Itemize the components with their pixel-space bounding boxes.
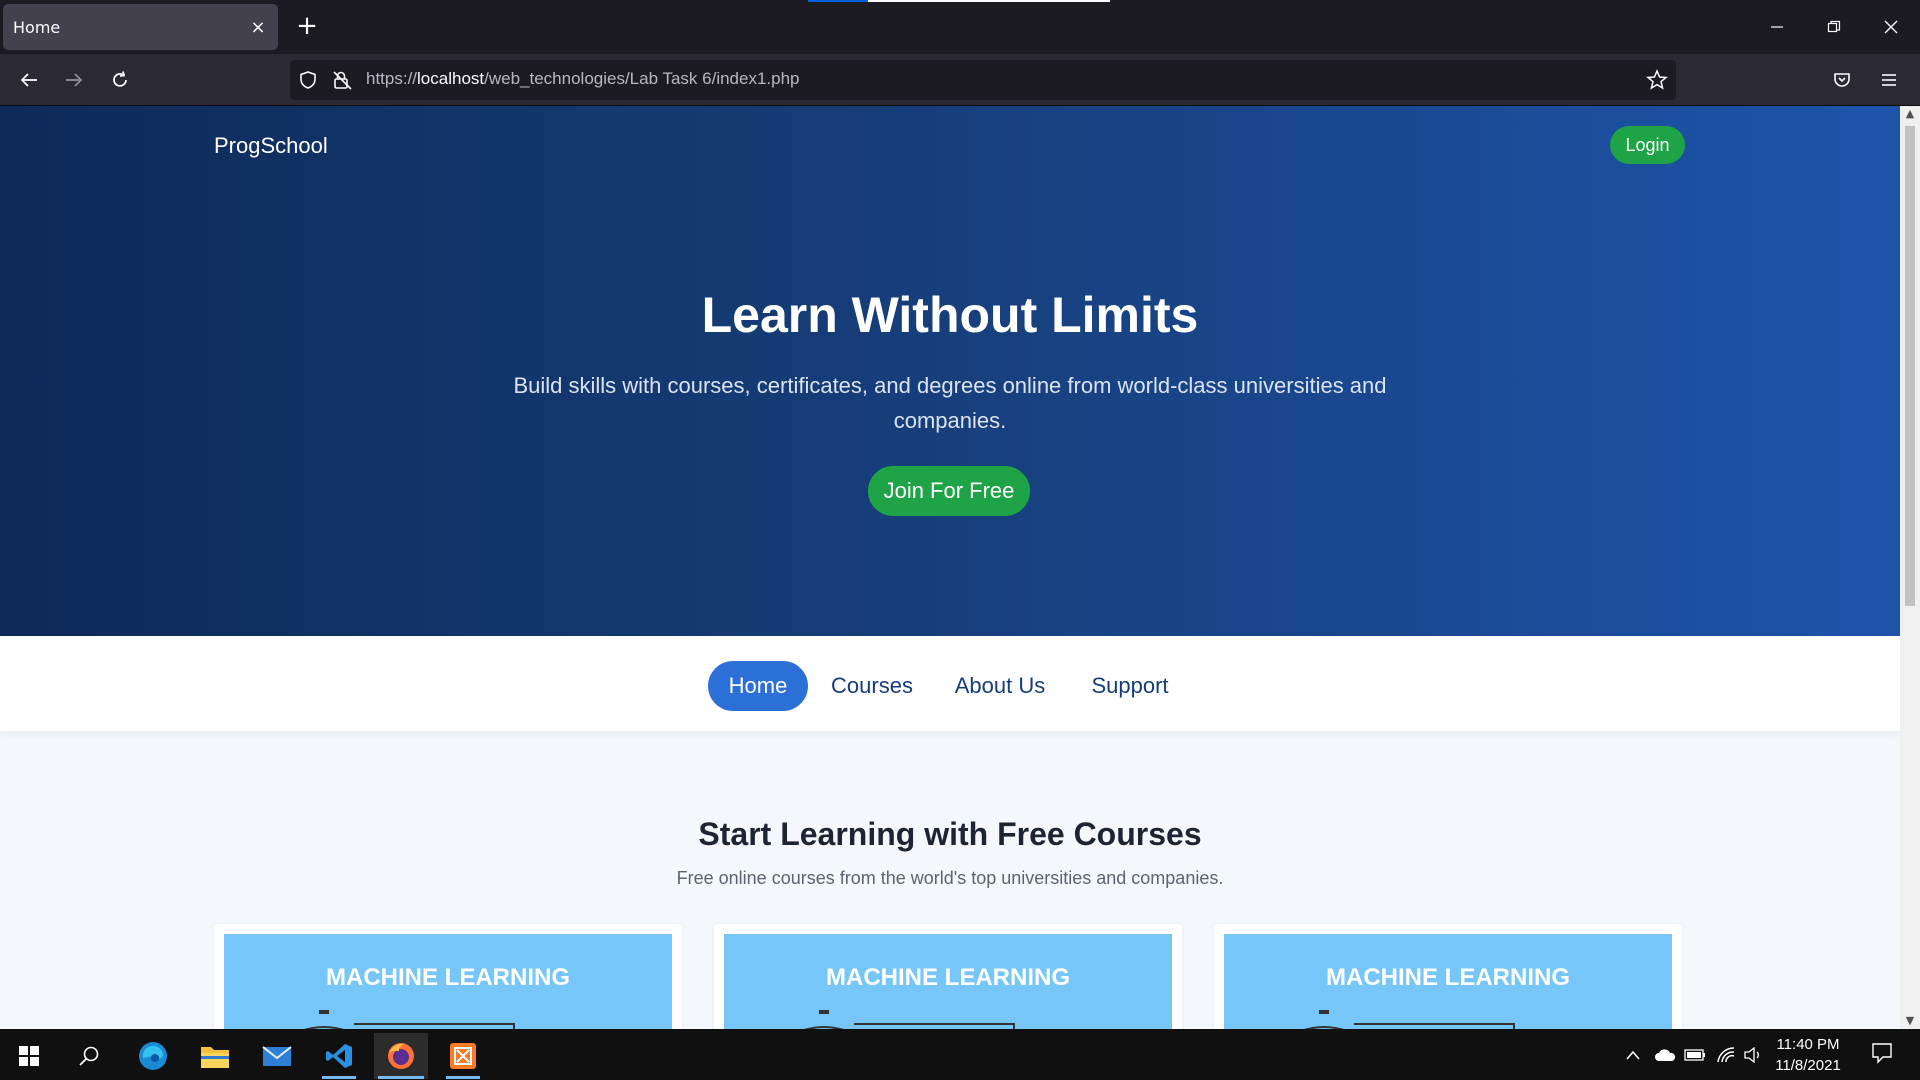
notification-center-button[interactable]	[1866, 1041, 1898, 1065]
mail-icon	[262, 1046, 292, 1066]
url-host: localhost	[417, 69, 485, 88]
minimize-button[interactable]	[1755, 8, 1799, 46]
bookmark-star-icon[interactable]	[1646, 69, 1668, 91]
search-button[interactable]	[62, 1033, 116, 1079]
course-card[interactable]: MACHINE LEARNING	[214, 924, 682, 1029]
taskbar-clock[interactable]: 11:40 PM 11/8/2021	[1766, 1034, 1850, 1076]
nav-item-about-us[interactable]: About Us	[940, 661, 1060, 711]
windows-taskbar: 11:40 PM 11/8/2021	[0, 1029, 1920, 1080]
vscode-icon	[326, 1044, 352, 1068]
restore-icon	[1827, 20, 1841, 33]
taskbar-mail[interactable]	[250, 1033, 304, 1079]
volume-tray[interactable]	[1742, 1043, 1764, 1067]
site-nav-menu: Home Courses About Us Support	[0, 636, 1900, 731]
page-viewport: ProgSchool Login Learn Without Limits Bu…	[0, 106, 1900, 1029]
course-image-title: MACHINE LEARNING	[826, 964, 1070, 991]
taskbar-xampp[interactable]	[436, 1033, 490, 1079]
login-button[interactable]: Login	[1610, 126, 1685, 164]
reload-button[interactable]	[102, 62, 138, 98]
browser-nav-bar: https://localhost/web_technologies/Lab T…	[0, 54, 1920, 106]
arrow-left-icon	[20, 73, 37, 87]
nav-item-home[interactable]: Home	[708, 661, 808, 711]
app-menu-button[interactable]	[1871, 62, 1907, 98]
reload-icon	[113, 71, 127, 87]
section-title: Start Learning with Free Courses	[698, 816, 1202, 852]
pocket-button[interactable]	[1824, 62, 1860, 98]
arrow-right-icon	[66, 73, 83, 87]
address-bar[interactable]: https://localhost/web_technologies/Lab T…	[290, 60, 1676, 100]
section-subtitle: Free online courses from the world's top…	[676, 868, 1224, 888]
machine-illustration-icon	[304, 1010, 515, 1029]
forward-button[interactable]	[56, 62, 92, 98]
url-text[interactable]: https://localhost/web_technologies/Lab T…	[366, 69, 800, 89]
course-card-image[interactable]: MACHINE LEARNING	[724, 934, 1172, 1029]
hero-subtitle: Build skills with courses, certificates,…	[513, 373, 1387, 433]
minimize-icon	[1771, 26, 1783, 28]
scroll-down-icon[interactable]: ▼	[1900, 1013, 1920, 1029]
firefox-icon	[388, 1043, 414, 1069]
site-brand[interactable]: ProgSchool	[214, 133, 328, 159]
browser-tab-bar: Home × +	[0, 0, 1920, 54]
nav-item-courses[interactable]: Courses	[822, 661, 922, 711]
taskbar-vscode[interactable]	[312, 1033, 366, 1079]
url-prefix: https://	[366, 69, 418, 88]
hamburger-menu-icon	[1882, 74, 1896, 86]
nav-item-support[interactable]: Support	[1080, 661, 1180, 711]
back-button[interactable]	[11, 62, 47, 98]
cloud-icon	[1655, 1049, 1676, 1061]
chevron-up-icon	[1626, 1050, 1640, 1060]
taskbar-firefox[interactable]	[374, 1033, 428, 1079]
browser-tab[interactable]: Home ×	[3, 4, 278, 50]
course-card-image[interactable]: MACHINE LEARNING	[224, 934, 672, 1029]
hero-section: ProgSchool Login Learn Without Limits Bu…	[0, 106, 1900, 636]
onedrive-tray[interactable]	[1652, 1043, 1678, 1067]
battery-tray[interactable]	[1683, 1043, 1707, 1067]
hero-title: Learn Without Limits	[701, 287, 1199, 343]
course-image-title: MACHINE LEARNING	[1326, 964, 1570, 991]
notification-icon	[1872, 1043, 1892, 1064]
search-icon	[79, 1046, 99, 1066]
lock-warning-icon[interactable]	[332, 70, 354, 90]
folder-icon	[201, 1047, 229, 1068]
tab-close-icon[interactable]: ×	[248, 17, 268, 38]
start-button[interactable]	[2, 1033, 56, 1079]
close-icon	[1884, 20, 1898, 34]
show-hidden-icons[interactable]	[1622, 1043, 1644, 1067]
shield-icon[interactable]	[298, 70, 318, 90]
windows-logo-icon	[19, 1046, 39, 1066]
page-scrollbar[interactable]: ▲ ▼	[1900, 106, 1920, 1029]
course-card[interactable]: MACHINE LEARNING	[1214, 924, 1682, 1029]
loading-indicator	[808, 0, 868, 2]
network-tray[interactable]	[1714, 1043, 1738, 1067]
battery-icon	[1684, 1049, 1705, 1061]
tab-title: Home	[13, 17, 61, 37]
clock-time: 11:40 PM	[1776, 1036, 1840, 1053]
join-for-free-button[interactable]: Join For Free	[868, 466, 1030, 516]
url-path: /web_technologies/Lab Task 6/index1.php	[484, 69, 800, 88]
taskbar-edge[interactable]	[126, 1033, 180, 1079]
course-card[interactable]: MACHINE LEARNING	[714, 924, 1182, 1029]
machine-illustration-icon	[804, 1010, 1015, 1029]
pocket-icon	[1834, 73, 1850, 87]
taskbar-file-explorer[interactable]	[188, 1033, 242, 1079]
wifi-icon	[1717, 1047, 1735, 1063]
course-image-title: MACHINE LEARNING	[326, 964, 570, 991]
course-card-image[interactable]: MACHINE LEARNING	[1224, 934, 1672, 1029]
loading-indicator-track	[868, 0, 1110, 2]
scrollbar-thumb[interactable]	[1905, 126, 1915, 606]
speaker-icon	[1744, 1047, 1759, 1063]
edge-browser-icon	[139, 1042, 167, 1070]
scroll-up-icon[interactable]: ▲	[1900, 106, 1920, 122]
xampp-icon	[450, 1043, 476, 1069]
restore-button[interactable]	[1812, 8, 1856, 46]
close-window-button[interactable]	[1869, 8, 1913, 46]
new-tab-button[interactable]: +	[292, 10, 322, 44]
clock-date: 11/8/2021	[1775, 1057, 1841, 1074]
machine-illustration-icon	[1304, 1010, 1515, 1029]
